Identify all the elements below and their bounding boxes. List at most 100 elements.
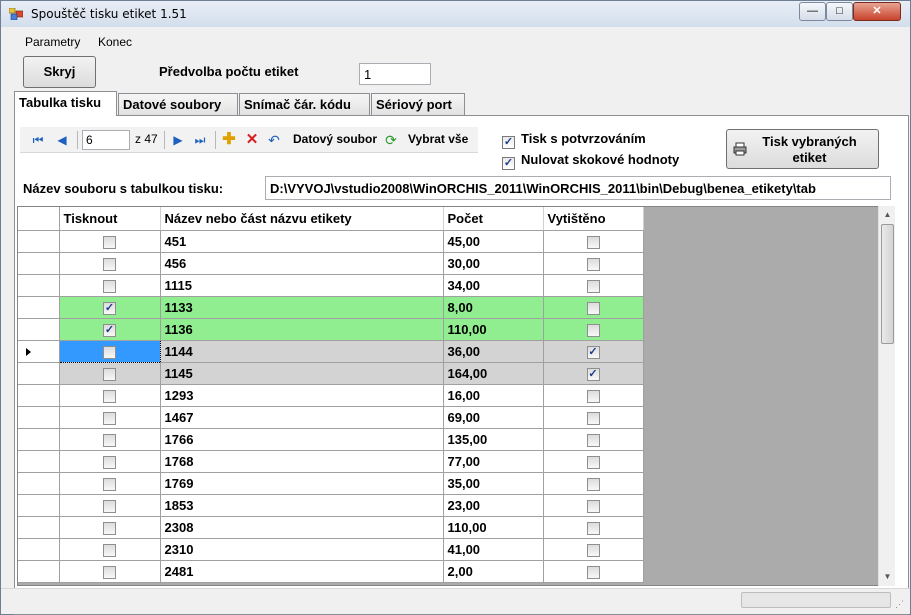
print-checkbox[interactable] bbox=[103, 389, 116, 403]
column-header-printed[interactable]: Vytištěno bbox=[543, 207, 644, 231]
printed-checkbox[interactable] bbox=[586, 389, 600, 403]
label-name-cell[interactable]: 1136 bbox=[160, 318, 444, 341]
title-bar[interactable]: Spouštěč tisku etiket 1.51 — □ ✕ bbox=[1, 1, 910, 27]
printed-checkbox[interactable] bbox=[586, 257, 600, 271]
label-name-cell[interactable]: 456 bbox=[160, 252, 444, 275]
table-row[interactable]: 1766 135,00 bbox=[18, 428, 644, 451]
close-button[interactable]: ✕ bbox=[853, 2, 901, 21]
print-cell[interactable] bbox=[59, 450, 161, 473]
count-cell[interactable]: 34,00 bbox=[443, 274, 544, 297]
tab-serial-port[interactable]: Sériový port bbox=[371, 93, 465, 115]
undo-icon[interactable]: ↶ bbox=[266, 132, 282, 148]
print-cell[interactable] bbox=[59, 384, 161, 407]
count-cell[interactable]: 23,00 bbox=[443, 494, 544, 517]
printed-cell[interactable] bbox=[543, 296, 644, 319]
label-name-cell[interactable]: 1766 bbox=[160, 428, 444, 451]
printed-cell[interactable] bbox=[543, 406, 644, 429]
menu-konec[interactable]: Konec bbox=[98, 35, 132, 49]
table-row[interactable]: 1853 23,00 bbox=[18, 494, 644, 517]
print-cell[interactable] bbox=[59, 406, 161, 429]
table-row[interactable]: 1115 34,00 bbox=[18, 274, 644, 297]
printed-cell[interactable] bbox=[543, 538, 644, 561]
first-record-icon[interactable]: ⏮ bbox=[30, 132, 46, 148]
menu-parametry[interactable]: Parametry bbox=[25, 35, 80, 49]
printed-cell[interactable] bbox=[543, 450, 644, 473]
printed-checkbox[interactable] bbox=[586, 565, 600, 579]
table-row[interactable]: 1293 16,00 bbox=[18, 384, 644, 407]
label-name-cell[interactable]: 2310 bbox=[160, 538, 444, 561]
label-name-cell[interactable]: 1768 bbox=[160, 450, 444, 473]
tab-print-table[interactable]: Tabulka tisku bbox=[14, 91, 117, 116]
print-table-grid[interactable]: Tisknout Název nebo část názvu etikety P… bbox=[17, 206, 895, 586]
print-checkbox[interactable] bbox=[103, 345, 116, 359]
printed-cell[interactable] bbox=[543, 318, 644, 341]
label-name-cell[interactable]: 2308 bbox=[160, 516, 444, 539]
count-cell[interactable]: 30,00 bbox=[443, 252, 544, 275]
last-record-icon[interactable]: ⏭ bbox=[192, 132, 208, 148]
count-cell[interactable]: 41,00 bbox=[443, 538, 544, 561]
print-checkbox[interactable] bbox=[103, 521, 116, 535]
hide-button[interactable]: Skryj bbox=[23, 56, 96, 88]
row-header[interactable] bbox=[18, 296, 60, 319]
count-cell[interactable]: 69,00 bbox=[443, 406, 544, 429]
vertical-scrollbar[interactable]: ▲ ▼ bbox=[878, 206, 895, 586]
label-name-cell[interactable]: 1144 bbox=[160, 340, 444, 363]
printed-checkbox[interactable] bbox=[586, 411, 600, 425]
row-header[interactable] bbox=[18, 538, 60, 561]
printed-checkbox[interactable] bbox=[586, 455, 600, 469]
printed-checkbox[interactable] bbox=[586, 235, 600, 249]
preset-count-input[interactable]: 1 bbox=[359, 63, 431, 85]
print-checkbox[interactable] bbox=[103, 367, 116, 381]
resize-grip-icon[interactable]: ⋰ bbox=[895, 599, 907, 611]
table-row[interactable]: 1145 164,00 ✓ bbox=[18, 362, 644, 385]
print-cell[interactable] bbox=[59, 230, 161, 253]
printed-cell[interactable] bbox=[543, 560, 644, 583]
label-name-cell[interactable]: 1145 bbox=[160, 362, 444, 385]
printed-cell[interactable] bbox=[543, 384, 644, 407]
print-cell[interactable] bbox=[59, 362, 161, 385]
column-header-name[interactable]: Název nebo část názvu etikety bbox=[160, 207, 444, 231]
table-row[interactable]: ✓ 1133 8,00 bbox=[18, 296, 644, 319]
select-all-button[interactable]: Vybrat vše bbox=[408, 132, 468, 146]
row-header[interactable] bbox=[18, 450, 60, 473]
column-header-print[interactable]: Tisknout bbox=[59, 207, 161, 231]
label-name-cell[interactable]: 2481 bbox=[160, 560, 444, 583]
count-cell[interactable]: 164,00 bbox=[443, 362, 544, 385]
print-checkbox[interactable] bbox=[103, 455, 116, 469]
refresh-icon[interactable]: ⟳ bbox=[383, 132, 399, 148]
data-file-button[interactable]: Datový soubor bbox=[293, 132, 377, 146]
column-header-count[interactable]: Počet bbox=[443, 207, 544, 231]
count-cell[interactable]: 45,00 bbox=[443, 230, 544, 253]
label-name-cell[interactable]: 451 bbox=[160, 230, 444, 253]
label-name-cell[interactable]: 1853 bbox=[160, 494, 444, 517]
reset-values-checkbox[interactable]: ✓ bbox=[502, 157, 515, 170]
print-cell[interactable] bbox=[59, 428, 161, 451]
printed-checkbox[interactable]: ✓ bbox=[586, 367, 600, 381]
print-cell[interactable] bbox=[59, 252, 161, 275]
print-cell[interactable]: ✓ bbox=[59, 318, 161, 341]
previous-record-icon[interactable]: ◀ bbox=[54, 132, 70, 148]
print-selected-button[interactable]: Tisk vybraných etiket bbox=[726, 129, 879, 169]
scroll-thumb[interactable] bbox=[881, 224, 894, 344]
printed-checkbox[interactable] bbox=[586, 323, 600, 337]
print-cell[interactable] bbox=[59, 560, 161, 583]
print-checkbox[interactable] bbox=[103, 257, 116, 271]
printed-checkbox[interactable] bbox=[586, 301, 600, 315]
label-name-cell[interactable]: 1293 bbox=[160, 384, 444, 407]
table-row[interactable]: 2310 41,00 bbox=[18, 538, 644, 561]
scroll-down-icon[interactable]: ▼ bbox=[879, 568, 896, 585]
print-checkbox[interactable] bbox=[103, 543, 116, 557]
delete-record-icon[interactable]: ✕ bbox=[244, 132, 260, 148]
table-row[interactable]: 451 45,00 bbox=[18, 230, 644, 253]
record-position-input[interactable]: 6 bbox=[82, 130, 130, 150]
table-row[interactable]: ✓ 1136 110,00 bbox=[18, 318, 644, 341]
row-header[interactable] bbox=[18, 252, 60, 275]
minimize-button[interactable]: — bbox=[799, 2, 826, 21]
maximize-button[interactable]: □ bbox=[826, 2, 853, 21]
printed-checkbox[interactable] bbox=[586, 279, 600, 293]
reset-values-option[interactable]: ✓ Nulovat skokové hodnoty bbox=[502, 152, 679, 170]
confirm-print-option[interactable]: ✓ Tisk s potvrzováním bbox=[502, 131, 646, 149]
count-cell[interactable]: 8,00 bbox=[443, 296, 544, 319]
print-checkbox[interactable] bbox=[103, 279, 116, 293]
label-name-cell[interactable]: 1133 bbox=[160, 296, 444, 319]
